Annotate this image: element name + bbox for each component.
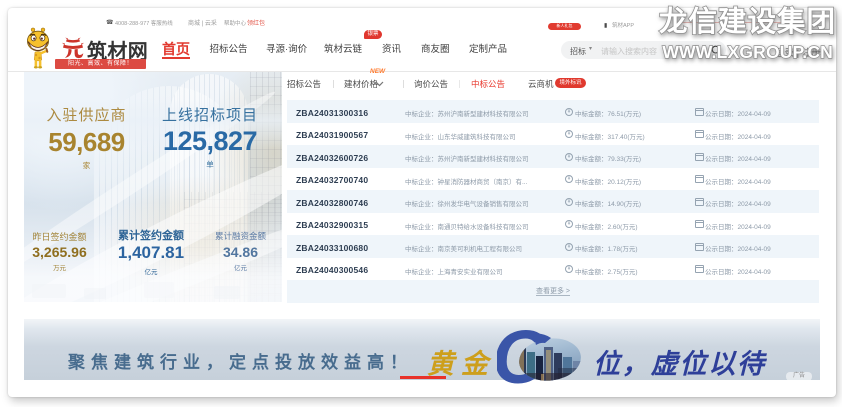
- svg-text:WWW.LXGROUP.CN: WWW.LXGROUP.CN: [662, 42, 833, 62]
- svg-text:龙信建设集团: 龙信建设集团: [659, 6, 836, 38]
